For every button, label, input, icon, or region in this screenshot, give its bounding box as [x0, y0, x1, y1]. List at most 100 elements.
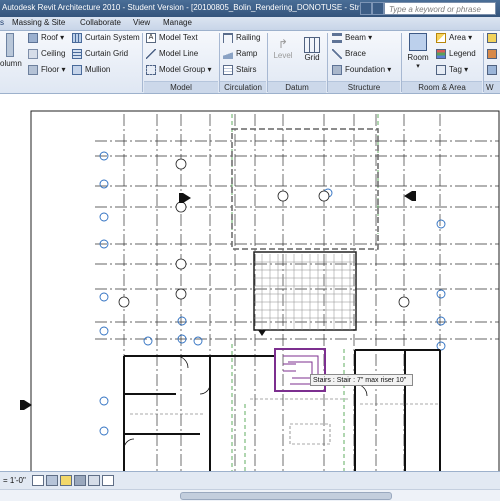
floor-button[interactable]: Floor ▾ — [28, 65, 65, 75]
window-tool-button[interactable] — [487, 33, 500, 43]
room-icon — [409, 33, 427, 51]
group-label-circulation: Circulation — [220, 81, 266, 93]
foundation-icon — [332, 65, 342, 75]
ceiling-icon — [28, 49, 38, 59]
floor-icon — [28, 65, 38, 75]
window-icon — [487, 33, 497, 43]
tab-manage[interactable]: Manage — [163, 18, 192, 27]
show-crop-icon[interactable] — [102, 475, 114, 486]
minimize-icon[interactable] — [360, 2, 372, 15]
tab-collaborate[interactable]: Collaborate — [80, 18, 121, 27]
legend-icon — [436, 49, 446, 59]
model-group-icon — [146, 65, 156, 75]
level-button[interactable]: ↱ Level — [270, 37, 296, 60]
railing-icon — [223, 33, 233, 43]
group-label-w: W — [484, 81, 500, 93]
vertical-grid-lines — [123, 114, 441, 471]
beam-icon — [332, 33, 342, 43]
tag-label: Tag — [449, 65, 462, 75]
roof-icon — [28, 33, 38, 43]
railing-button[interactable]: Railing — [223, 33, 260, 43]
mullion-label: Mullion — [85, 65, 111, 75]
building-walls — [123, 349, 441, 471]
door-swings — [123, 355, 368, 450]
tab-massing-site[interactable]: Massing & Site — [12, 18, 65, 27]
shadows-icon[interactable] — [74, 475, 86, 486]
tag-button[interactable]: Tag ▾ — [436, 65, 468, 75]
grid-bubbles-blue — [99, 151, 446, 436]
workplane-icon — [487, 65, 497, 75]
room-button[interactable]: Room ▾ — [404, 33, 432, 70]
upper-pavilion-outline — [231, 128, 379, 250]
view-scale[interactable]: = 1'-0" — [3, 476, 26, 485]
scrollbar-thumb[interactable] — [180, 492, 392, 500]
model-line-icon — [146, 49, 156, 59]
group-label-structure: Structure — [328, 81, 400, 93]
area-label: Area — [449, 33, 466, 43]
stairs-label: Stairs — [236, 65, 257, 75]
component-tool-button[interactable] — [487, 49, 500, 59]
column-label: olumn — [0, 59, 22, 68]
title-bar: Autodesk Revit Architecture 2010 - Stude… — [0, 0, 500, 17]
railing-label: Railing — [236, 33, 261, 43]
search-placeholder: Type a keyword or phrase — [389, 5, 481, 14]
area-button[interactable]: Area ▾ — [436, 33, 472, 43]
crop-view-icon[interactable] — [88, 475, 100, 486]
window-title: Autodesk Revit Architecture 2010 - Stude… — [2, 3, 389, 12]
legend-button[interactable]: Legend — [436, 49, 476, 59]
grid-label: Grid — [304, 53, 320, 62]
roof-button[interactable]: Roof ▾ — [28, 33, 64, 43]
horizontal-grid-lines — [95, 140, 499, 340]
foundation-button[interactable]: Foundation ▾ — [332, 65, 391, 75]
area-icon — [436, 33, 446, 43]
room-label: Room — [407, 53, 429, 62]
ramp-icon — [223, 49, 233, 59]
divider — [142, 33, 143, 92]
menu-stub[interactable]: s — [0, 18, 4, 27]
ramp-button[interactable]: Ramp — [223, 49, 257, 59]
drawing-canvas[interactable]: Stairs : Stair : 7" max riser 10" — [0, 94, 500, 471]
model-text-label: Model Text — [159, 33, 198, 43]
tag-icon — [436, 65, 446, 75]
mullion-button[interactable]: Mullion — [72, 65, 110, 75]
visual-style-icon[interactable] — [46, 475, 58, 486]
curtain-system-label: Curtain System — [85, 33, 140, 43]
courtyard-hatch — [254, 254, 356, 330]
info-icon[interactable] — [372, 2, 384, 15]
ramp-label: Ramp — [236, 49, 258, 59]
legend-label: Legend — [449, 49, 476, 59]
workplane-tool-button[interactable] — [487, 65, 500, 75]
search-input[interactable]: Type a keyword or phrase — [384, 2, 496, 15]
ribbon: olumn Roof ▾ Ceiling Floor ▾ Curtain Sys… — [0, 31, 500, 94]
ceiling-button[interactable]: Ceiling — [28, 49, 65, 59]
column-button[interactable]: olumn — [0, 33, 22, 68]
stairs-button[interactable]: Stairs — [223, 65, 256, 75]
interior-lines — [130, 398, 440, 445]
beam-button[interactable]: Beam ▾ — [332, 33, 372, 43]
curtain-system-icon — [72, 33, 82, 43]
grid-button[interactable]: Grid — [300, 37, 324, 62]
tab-view[interactable]: View — [133, 18, 150, 27]
floor-plan-drawing — [20, 110, 500, 471]
curtain-system-button[interactable]: Curtain System — [72, 33, 140, 43]
beam-label: Beam — [345, 33, 366, 43]
floor-label: Floor — [41, 65, 60, 75]
brace-button[interactable]: Brace — [332, 49, 366, 59]
model-text-button[interactable]: A Model Text — [146, 33, 198, 43]
model-group-button[interactable]: Model Group ▾ — [146, 65, 212, 75]
model-text-icon: A — [146, 33, 156, 43]
model-line-button[interactable]: Model Line — [146, 49, 198, 59]
curtain-grid-button[interactable]: Curtain Grid — [72, 49, 128, 59]
element-tooltip: Stairs : Stair : 7" max riser 10" — [310, 374, 413, 386]
stairs-icon — [223, 65, 233, 75]
group-label-datum: Datum — [268, 81, 326, 93]
level-icon: ↱ — [277, 37, 289, 51]
horizontal-scrollbar[interactable] — [0, 489, 500, 501]
brace-icon — [332, 49, 342, 59]
detail-level-icon[interactable] — [32, 475, 44, 486]
group-label-room-area: Room & Area — [402, 81, 482, 93]
sun-path-icon[interactable] — [60, 475, 72, 486]
ceiling-label: Ceiling — [41, 49, 66, 59]
curtain-grid-icon — [72, 49, 82, 59]
mullion-icon — [72, 65, 82, 75]
